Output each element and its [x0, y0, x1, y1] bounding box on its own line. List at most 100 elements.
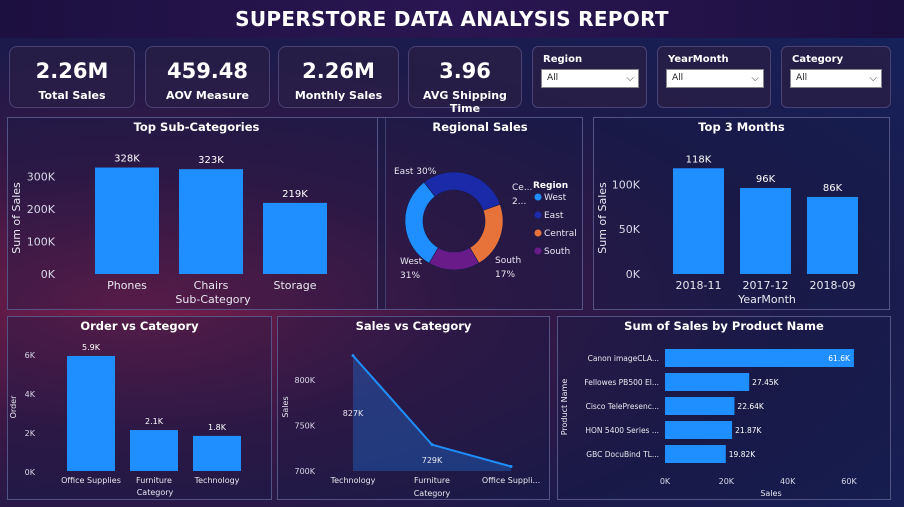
legend-label: Central — [544, 229, 577, 239]
legend-marker — [534, 193, 542, 201]
x-tick-label: Storage — [273, 279, 316, 292]
bar — [673, 168, 724, 274]
chart-top-subcategories: Top Sub-Categories 0K 100K 200K 300K 328K Pho… — [7, 117, 386, 310]
y-axis-title: Order — [9, 395, 18, 418]
region-dropdown[interactable]: All ⌵ — [541, 69, 639, 88]
bar — [807, 196, 858, 274]
kpi-label: Monthly Sales — [294, 89, 383, 102]
chart-canvas: 0K 50K 100K 118K 2018-11 96K 2017-12 86K 2018-09… — [596, 154, 858, 306]
y-tick-label: Cisco TelePresenc... — [586, 402, 659, 411]
donut-slice-central — [469, 204, 504, 264]
kpi-label: AVG Shipping Time — [423, 89, 507, 115]
slicer-category: Category All ⌵ — [781, 46, 891, 108]
y-axis-title: Sales — [281, 396, 290, 417]
bar — [665, 373, 750, 391]
x-tick-label: Chairs — [194, 279, 229, 292]
chart-order-vs-category: Order vs Category 0K 2K 4K 6K 5.9K Office Sup… — [7, 316, 272, 500]
chart-canvas: 0K 2K 4K 6K 5.9K Office Supplies 2.1K Furniture… — [9, 343, 241, 497]
kpi-card-aov[interactable]: 459.48 AOV Measure — [145, 46, 270, 108]
area-fill — [353, 355, 511, 471]
data-label: 323K — [198, 155, 224, 166]
slicer-title: Category — [792, 54, 844, 65]
y-tick-label: Canon imageCLA... — [588, 354, 659, 363]
donut-slice-east — [423, 171, 501, 211]
report-title: SUPERSTORE DATA ANALYSIS REPORT — [0, 0, 904, 38]
x-axis-title: Category — [137, 488, 174, 497]
bar — [740, 187, 791, 274]
legend-marker — [534, 211, 542, 219]
x-tick-label: 20K — [719, 477, 735, 486]
bar — [95, 167, 159, 274]
x-tick-label: 40K — [780, 477, 796, 486]
y-tick-label: 750K — [294, 422, 315, 431]
x-tick-label: Furniture — [414, 476, 450, 485]
y-tick-label: 4K — [25, 390, 36, 399]
y-tick-label: 50K — [619, 223, 641, 236]
slice-label-name: Ce... — [512, 183, 532, 193]
y-axis-title: Sum of Sales — [10, 182, 23, 254]
x-tick-label: Office Suppli... — [482, 476, 540, 485]
chevron-down-icon: ⌵ — [626, 73, 634, 84]
chevron-down-icon: ⌵ — [869, 73, 877, 84]
slicer-title: YearMonth — [668, 54, 729, 65]
slice-label-name: East 30% — [394, 167, 437, 177]
kpi-value: 2.26M — [302, 59, 375, 83]
slicer-title: Region — [543, 54, 583, 65]
chevron-down-icon: ⌵ — [751, 73, 759, 84]
chart-top-3-months: Top 3 Months 0K 50K 100K 118K 2018-11 96K 2017… — [593, 117, 890, 310]
data-label: 118K — [686, 154, 712, 165]
data-label: 22.64K — [737, 402, 764, 411]
y-tick-label: 100K — [27, 236, 56, 249]
legend-marker — [534, 247, 542, 255]
kpi-card-total-sales[interactable]: 2.26M Total Sales — [9, 46, 135, 108]
kpi-card-avg-shipping-time[interactable]: 3.96 AVG Shipping Time — [408, 46, 522, 115]
chart-sales-vs-category: Sales vs Category 700K 750K 800K Technology… — [277, 316, 550, 500]
slice-label-pct: 2... — [512, 197, 526, 207]
y-tick-label: 800K — [294, 376, 315, 385]
legend-title: Region — [533, 181, 568, 191]
bar — [179, 169, 243, 274]
chart-canvas: East 30% Ce... 2... South 17% West 31% Region We… — [394, 167, 577, 281]
chart-regional-sales: Regional Sales East 30% Ce... 2... South 17%… — [377, 117, 583, 310]
x-axis-title: Sales — [760, 489, 781, 498]
kpi-value: 459.48 — [166, 59, 249, 83]
x-tick-label: Technology — [330, 476, 376, 485]
x-axis-title: YearMonth — [737, 293, 796, 306]
data-label: 19.82K — [729, 450, 756, 459]
data-point — [509, 464, 513, 468]
y-axis-title: Sum of Sales — [596, 182, 609, 254]
dropdown-value: All — [547, 73, 559, 83]
x-axis-title: Category — [414, 489, 451, 498]
data-label: 729K — [422, 456, 443, 465]
y-tick-label: Fellowes PB500 El... — [584, 378, 659, 387]
kpi-value: 2.26M — [35, 59, 109, 83]
data-label: 328K — [114, 154, 140, 165]
dropdown-value: All — [672, 73, 684, 83]
data-label: 27.45K — [752, 378, 779, 387]
x-tick-label: Phones — [107, 279, 147, 292]
bar — [67, 355, 115, 471]
y-tick-label: GBC DocuBind TL... — [586, 450, 659, 459]
bar — [665, 421, 733, 439]
legend-label: West — [544, 193, 567, 203]
category-dropdown[interactable]: All ⌵ — [790, 69, 882, 88]
x-axis-title: Sub-Category — [175, 293, 251, 306]
slice-label-name: South — [495, 256, 521, 266]
kpi-card-monthly-sales[interactable]: 2.26M Monthly Sales — [278, 46, 399, 108]
x-tick-label: Office Supplies — [61, 476, 121, 485]
bar — [130, 430, 178, 471]
y-axis-title: Product Name — [560, 379, 569, 436]
bar — [263, 202, 327, 274]
data-point — [430, 443, 434, 447]
kpi-value: 3.96 — [439, 59, 491, 83]
bar — [665, 397, 735, 415]
data-label: 219K — [282, 189, 308, 200]
yearmonth-dropdown[interactable]: All ⌵ — [666, 69, 764, 88]
y-tick-label: 100K — [612, 178, 641, 191]
donut-slice-west — [404, 181, 439, 264]
chart-canvas: 0K 100K 200K 300K 328K Phones 323K Chairs 219K St… — [10, 154, 327, 306]
bar — [665, 349, 854, 367]
x-tick-label: 2018-11 — [676, 279, 722, 292]
y-tick-label: HON 5400 Series ... — [585, 426, 659, 435]
data-label: 2.1K — [145, 417, 164, 426]
